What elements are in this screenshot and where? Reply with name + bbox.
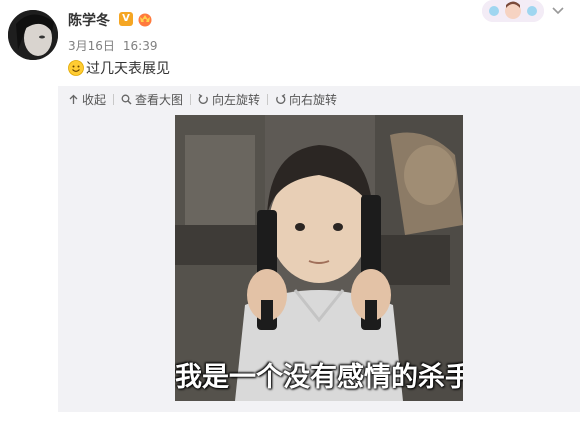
avatar-image [8, 10, 58, 60]
media-toolbar: 收起 查看大图 向左旋转 向右旋转 [68, 90, 337, 108]
toolbar-divider [267, 93, 269, 105]
rotate-left-icon [198, 93, 208, 104]
vip-crown-icon[interactable] [137, 11, 153, 27]
card-decoration [482, 0, 544, 22]
view-large-label: 查看大图 [135, 92, 184, 107]
magnifier-icon [121, 94, 132, 104]
toolbar-divider [113, 93, 115, 105]
rotate-right-label: 向右旋转 [289, 92, 338, 107]
author-avatar[interactable] [8, 10, 58, 60]
image-caption: 我是一个没有感情的杀手 [175, 362, 463, 393]
smile-emoji-icon [68, 60, 84, 76]
post-date[interactable]: 3月16日 [68, 39, 115, 53]
post-body: 过几天表展见 [86, 61, 170, 77]
collapse-label: 收起 [82, 92, 107, 107]
post-meta: 3月16日 16:39 [68, 37, 158, 54]
post-image[interactable]: 我是一个没有感情的杀手 [175, 115, 463, 401]
collapse-button[interactable]: 收起 [68, 91, 106, 108]
chevron-down-icon[interactable] [552, 6, 564, 16]
view-large-button[interactable]: 查看大图 [121, 91, 183, 108]
post-time[interactable]: 16:39 [123, 39, 158, 53]
arrow-up-icon [69, 94, 78, 104]
toolbar-divider [190, 93, 192, 105]
rotate-left-button[interactable]: 向左旋转 [198, 91, 260, 108]
rotate-right-button[interactable]: 向右旋转 [275, 91, 337, 108]
v-badge-icon[interactable]: V [119, 12, 133, 26]
rotate-left-label: 向左旋转 [212, 92, 261, 107]
post-text: 过几天表展见 [68, 58, 170, 78]
rotate-right-icon [276, 93, 286, 104]
author-name[interactable]: 陈学冬 [68, 10, 110, 30]
